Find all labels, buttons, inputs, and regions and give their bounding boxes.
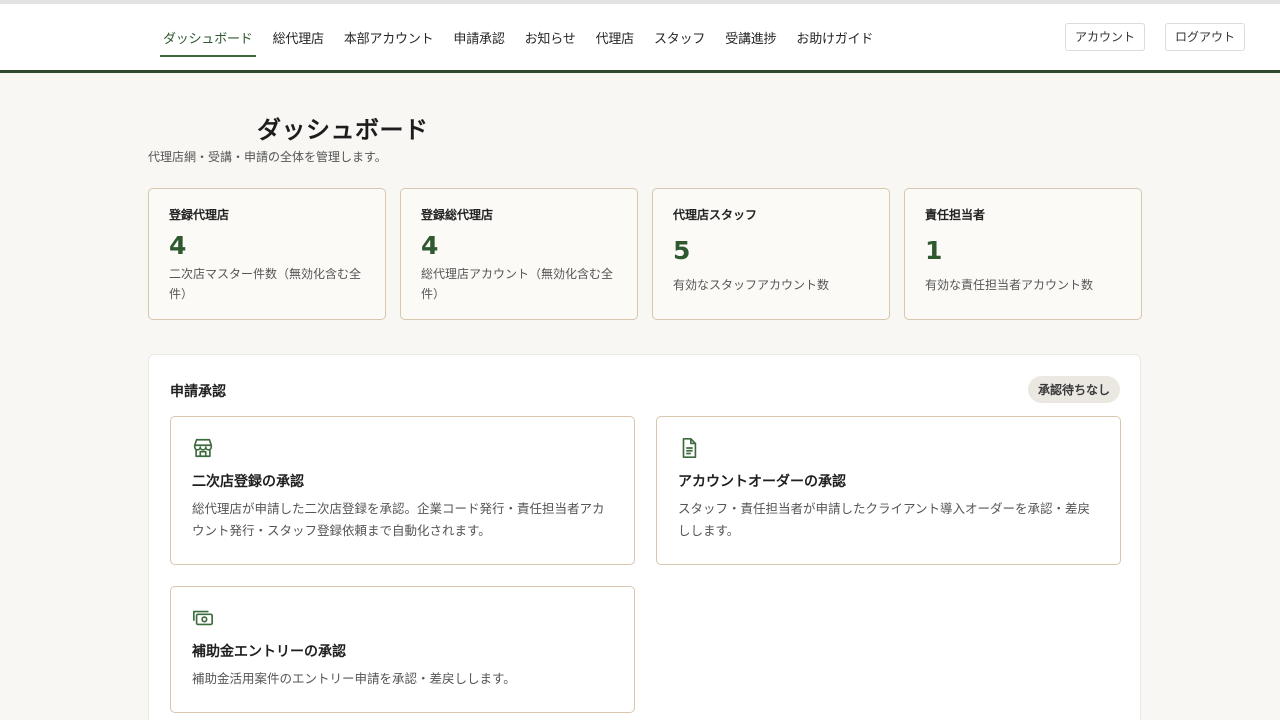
stat-label: 登録代理店: [169, 208, 230, 222]
approval-card-description: 総代理店が申請した二次店登録を承認。企業コード発行・責任担当者アカウント発行・ス…: [192, 501, 605, 538]
nav-item-agencies[interactable]: 代理店: [593, 24, 637, 55]
stat-description: 有効なスタッフアカウント数: [673, 278, 830, 292]
page-title: ダッシュボード: [257, 116, 429, 144]
logout-button[interactable]: ログアウト: [1164, 23, 1245, 51]
stat-description: 有効な責任担当者アカウント数: [925, 278, 1094, 292]
stat-label: 登録総代理店: [421, 208, 494, 222]
main-nav: ダッシュボード 総代理店 本部アカウント 申請承認 お知らせ 代理店 スタッフ …: [160, 24, 876, 58]
account-button[interactable]: アカウント: [1064, 23, 1145, 51]
approval-card-subsidy-entry[interactable]: 補助金エントリーの承認 補助金活用案件のエントリー申請を承認・差戻しします。: [170, 586, 635, 713]
nav-item-dashboard[interactable]: ダッシュボード: [160, 24, 256, 57]
stat-value: 4: [169, 231, 187, 260]
stat-description: 総代理店アカウント（無効化含む全件）: [421, 267, 614, 301]
stat-description: 二次店マスター件数（無効化含む全件）: [169, 267, 362, 301]
approvals-panel-title: 申請承認: [170, 384, 226, 400]
stat-label: 代理店スタッフ: [673, 208, 758, 222]
nav-item-staff[interactable]: スタッフ: [651, 24, 708, 55]
approval-card-title: 二次店登録の承認: [192, 474, 304, 490]
document-icon: [682, 438, 697, 458]
stat-value: 5: [673, 236, 691, 265]
money-icon: [193, 610, 213, 626]
status-badge: 承認待ちなし: [1027, 376, 1120, 403]
approvals-panel: 申請承認 承認待ちなし 二次店登録の承認 総代理店が申請した二次店登録を承認。企…: [148, 354, 1141, 720]
stat-card-general-agencies: 登録総代理店 4 総代理店アカウント（無効化含む全件）: [400, 188, 638, 320]
approval-card-description: スタッフ・責任担当者が申請したクライアント導入オーダーを承認・差戻しします。: [678, 501, 1091, 538]
top-navigation-bar: ダッシュボード 総代理店 本部アカウント 申請承認 お知らせ 代理店 スタッフ …: [0, 0, 1280, 73]
stat-card-agency-staff: 代理店スタッフ 5 有効なスタッフアカウント数: [652, 188, 890, 320]
nav-item-announcements[interactable]: お知らせ: [522, 24, 579, 55]
approval-card-account-order[interactable]: アカウントオーダーの承認 スタッフ・責任担当者が申請したクライアント導入オーダー…: [656, 416, 1121, 565]
nav-item-hq-accounts[interactable]: 本部アカウント: [341, 24, 437, 55]
store-icon: [193, 438, 213, 458]
page-subtitle: 代理店網・受講・申請の全体を管理します。: [148, 150, 387, 164]
nav-item-general-agencies[interactable]: 総代理店: [270, 24, 327, 55]
approval-card-description: 補助金活用案件のエントリー申請を承認・差戻しします。: [192, 671, 516, 686]
stat-value: 1: [925, 236, 943, 265]
stat-card-agencies: 登録代理店 4 二次店マスター件数（無効化含む全件）: [148, 188, 386, 320]
nav-item-approvals[interactable]: 申請承認: [450, 24, 507, 55]
approval-card-title: アカウントオーダーの承認: [678, 474, 846, 490]
nav-item-course-progress[interactable]: 受講進捗: [722, 24, 779, 55]
stat-card-responsible-persons: 責任担当者 1 有効な責任担当者アカウント数: [904, 188, 1142, 320]
header-actions: アカウント ログアウト: [1064, 23, 1245, 51]
nav-item-help-guide[interactable]: お助けガイド: [793, 24, 876, 55]
approval-card-secondary-store[interactable]: 二次店登録の承認 総代理店が申請した二次店登録を承認。企業コード発行・責任担当者…: [170, 416, 635, 565]
stat-value: 4: [421, 231, 439, 260]
approval-card-title: 補助金エントリーの承認: [192, 644, 346, 660]
stat-label: 責任担当者: [925, 208, 986, 222]
